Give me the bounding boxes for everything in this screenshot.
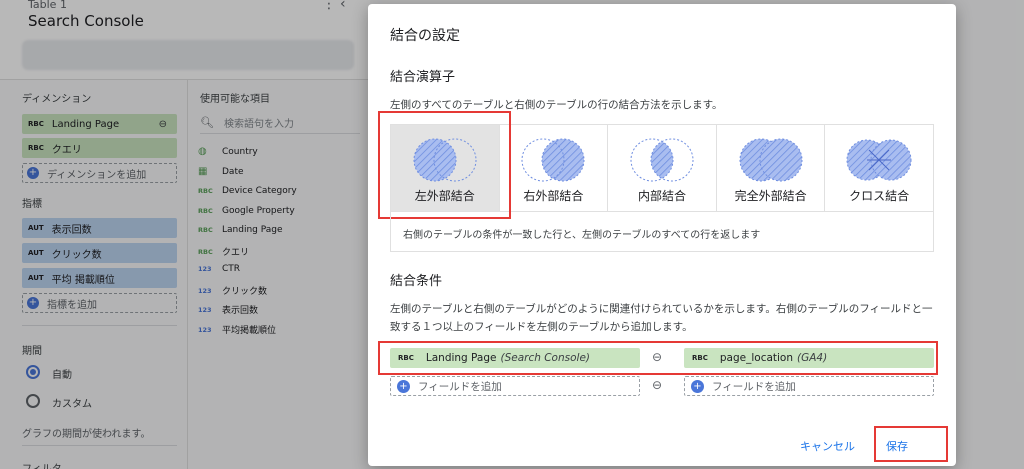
operator-full-outer[interactable]: 完全外部結合 <box>717 125 826 211</box>
add-right-field-button[interactable]: + フィールドを追加 <box>684 376 934 396</box>
add-field-label: フィールドを追加 <box>418 380 502 393</box>
add-field-label: フィールドを追加 <box>712 380 796 393</box>
plus-icon: + <box>397 379 410 393</box>
condition-add-row: + フィールドを追加 ⊖ + フィールドを追加 <box>390 376 934 396</box>
cross-join-icon <box>846 139 912 181</box>
plus-icon: + <box>691 379 704 393</box>
condition-heading: 結合条件 <box>390 274 443 289</box>
link-icon: ⊖ <box>652 378 663 392</box>
selection-highlight <box>378 111 511 219</box>
join-settings-dialog: 結合の設定 結合演算子 左側のすべてのテーブルと右側のテーブルの行の結合方法を示… <box>368 4 956 466</box>
operator-info-box: 右側のテーブルの条件が一致した行と、左側のテーブルのすべての行を返します <box>390 212 934 252</box>
condition-highlight <box>378 341 938 375</box>
operator-label: 右外部結合 <box>523 189 584 203</box>
operator-cross[interactable]: クロス結合 <box>825 125 933 211</box>
dialog-title: 結合の設定 <box>390 28 460 44</box>
add-left-field-button[interactable]: + フィールドを追加 <box>390 376 640 396</box>
inner-join-icon <box>630 138 694 182</box>
cancel-button[interactable]: キャンセル <box>800 438 855 454</box>
operator-heading: 結合演算子 <box>390 70 456 85</box>
full-outer-join-icon <box>739 138 803 182</box>
operator-label: 内部結合 <box>637 189 686 203</box>
save-highlight <box>874 426 948 462</box>
operator-label: クロス結合 <box>849 189 910 203</box>
operator-label: 完全外部結合 <box>734 189 807 203</box>
operator-right-outer[interactable]: 右外部結合 <box>500 125 609 211</box>
selected-operator-description: 右側のテーブルの条件が一致した行と、左側のテーブルのすべての行を返します <box>403 230 761 241</box>
condition-description: 左側のテーブルと右側のテーブルがどのように関連付けられているかを示します。右側の… <box>390 303 933 333</box>
right-outer-join-icon <box>521 138 585 182</box>
operator-inner[interactable]: 内部結合 <box>608 125 717 211</box>
